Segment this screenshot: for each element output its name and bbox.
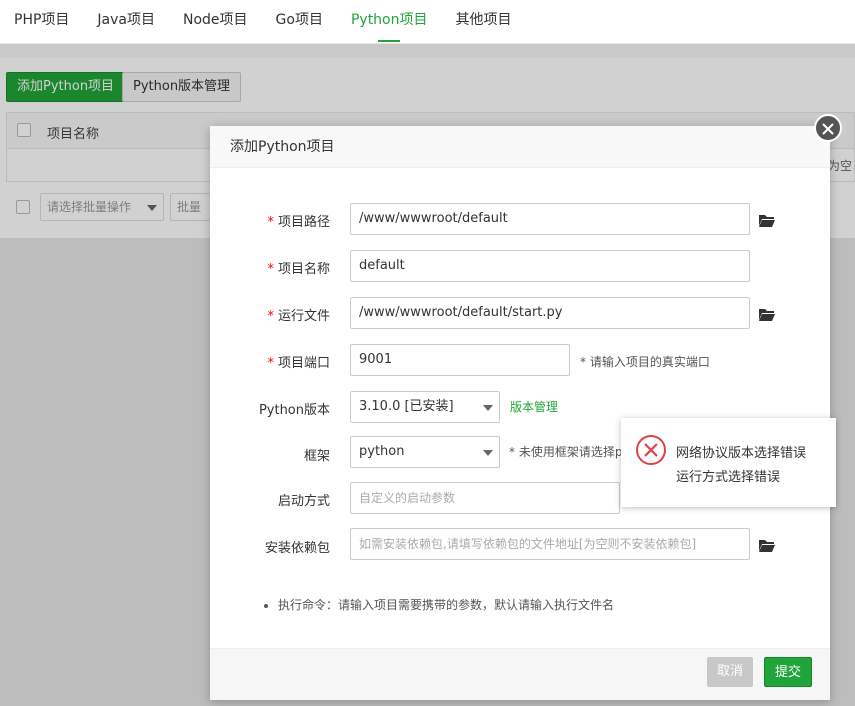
framework-label: 框架 bbox=[303, 449, 330, 464]
port-label: * 项目端口 bbox=[267, 356, 330, 371]
folder-open-icon[interactable] bbox=[758, 305, 776, 323]
project-name-input[interactable]: default bbox=[350, 250, 750, 282]
bullet-icon bbox=[264, 603, 268, 608]
name-label: * 项目名称 bbox=[267, 262, 330, 277]
dialog-title: 添加Python项目 bbox=[210, 126, 830, 168]
submit-button[interactable]: 提交 bbox=[764, 657, 813, 687]
framework-value: python bbox=[359, 444, 405, 459]
framework-hint: * 未使用框架请选择p bbox=[509, 445, 623, 459]
folder-open-icon[interactable] bbox=[758, 536, 776, 554]
error-toast: 网络协议版本选择错误 运行方式选择错误 bbox=[621, 418, 836, 507]
tab-other[interactable]: 其他项目 bbox=[442, 0, 526, 44]
project-port-input[interactable]: 9001 bbox=[350, 344, 570, 376]
project-path-input[interactable]: /www/wwwroot/default bbox=[350, 203, 750, 235]
path-label: * 项目路径 bbox=[267, 215, 330, 230]
tab-php[interactable]: PHP项目 bbox=[0, 0, 83, 44]
python-version-select[interactable]: 3.10.0 [已安装] bbox=[350, 391, 500, 423]
folder-open-icon[interactable] bbox=[758, 211, 776, 229]
deps-label: 安装依赖包 bbox=[264, 541, 330, 556]
chevron-down-icon bbox=[483, 405, 493, 411]
tab-node[interactable]: Node项目 bbox=[169, 0, 262, 44]
error-circle-icon bbox=[636, 435, 666, 465]
version-manage-link[interactable]: 版本管理 bbox=[510, 398, 558, 415]
run-file-input[interactable]: /www/wwwroot/default/start.py bbox=[350, 297, 750, 329]
add-python-project-dialog: 添加Python项目 * 项目路径 /www/wwwroot/default * 项… bbox=[210, 126, 830, 700]
start-mode-input[interactable]: 自定义的启动参数 bbox=[350, 482, 620, 514]
chevron-down-icon bbox=[483, 450, 493, 456]
close-dialog-button[interactable] bbox=[814, 114, 842, 142]
tab-java[interactable]: Java项目 bbox=[83, 0, 169, 44]
toast-message-1: 网络协议版本选择错误 bbox=[676, 446, 807, 461]
close-icon bbox=[822, 122, 834, 135]
start-mode-label: 启动方式 bbox=[277, 494, 330, 509]
python-version-value: 3.10.0 [已安装] bbox=[359, 399, 454, 414]
cancel-button[interactable]: 取消 bbox=[707, 657, 754, 687]
framework-select[interactable]: python bbox=[350, 436, 500, 468]
deps-input[interactable]: 如需安装依赖包,请填写依赖包的文件地址[为空则不安装依赖包] bbox=[350, 528, 750, 560]
dialog-footer: 取消 提交 bbox=[210, 648, 830, 700]
run-file-label: * 运行文件 bbox=[267, 309, 330, 324]
toast-message-2: 运行方式选择错误 bbox=[676, 470, 781, 485]
tab-go[interactable]: Go项目 bbox=[262, 0, 337, 44]
python-version-label: Python版本 bbox=[258, 403, 330, 418]
command-note: 执行命令：请输入项目需要携带的参数，默认请输入执行文件名 bbox=[264, 596, 614, 613]
port-hint: * 请输入项目的真实端口 bbox=[580, 355, 710, 369]
project-tabs: PHP项目 Java项目 Node项目 Go项目 Python项目 其他项目 bbox=[0, 0, 855, 44]
tab-python[interactable]: Python项目 bbox=[337, 0, 442, 44]
